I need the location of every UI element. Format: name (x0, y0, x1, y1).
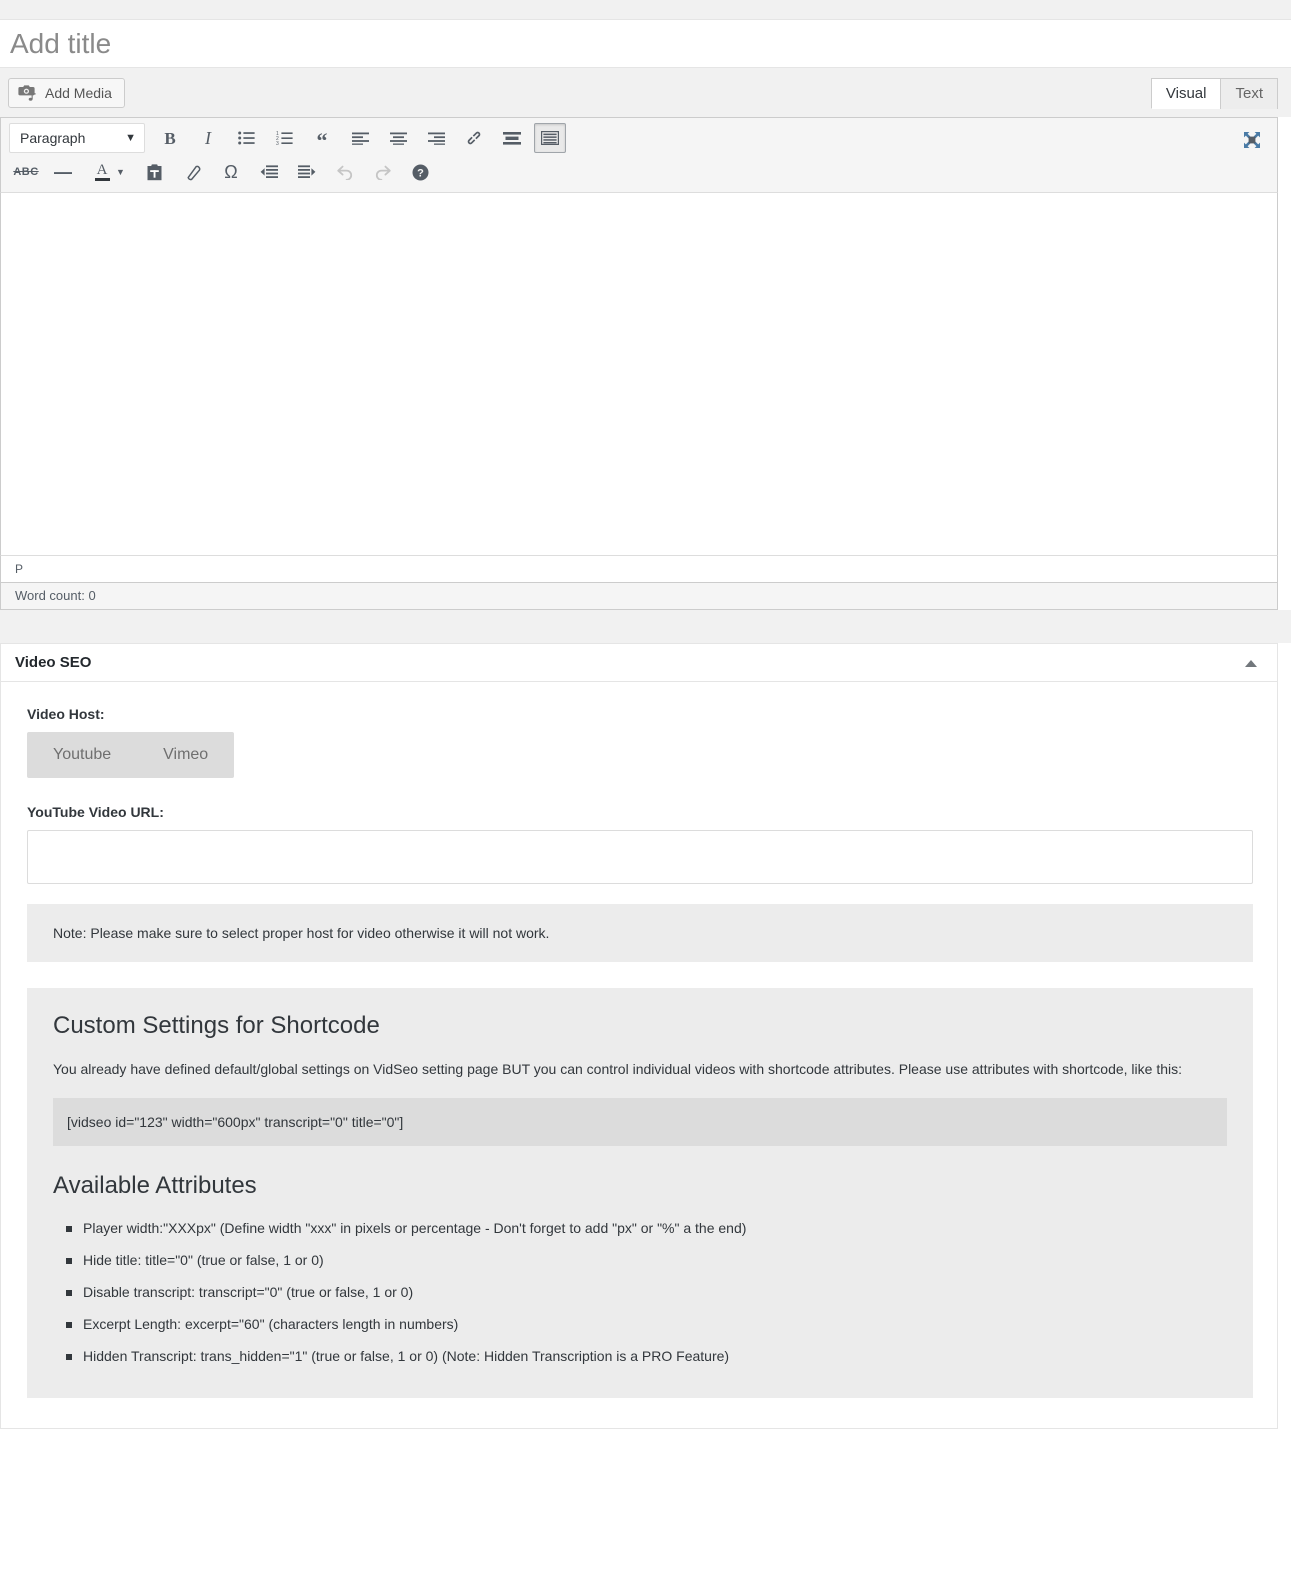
align-right-icon (427, 132, 445, 145)
video-seo-metabox-body: Video Host: Youtube Vimeo YouTube Video … (1, 682, 1277, 1428)
editor-content-area[interactable] (0, 193, 1278, 555)
bold-button[interactable]: B (154, 123, 186, 153)
undo-button[interactable] (329, 157, 361, 187)
page-top-strip (0, 0, 1291, 20)
fullscreen-expand-icon (1244, 132, 1260, 148)
host-youtube-button[interactable]: Youtube (27, 732, 137, 778)
decrease-indent-button[interactable] (253, 157, 285, 187)
list-item: Disable transcript: transcript="0" (true… (66, 1284, 1227, 1300)
redo-button[interactable] (367, 157, 399, 187)
numbered-list-icon: 1 2 3 (276, 131, 293, 145)
triangle-up-icon (1245, 659, 1257, 667)
clear-formatting-button[interactable] (177, 157, 209, 187)
svg-text:?: ? (418, 167, 425, 179)
bullet-list-icon (237, 131, 255, 145)
help-circle-icon: ? (412, 164, 429, 180)
word-count-bar: Word count: 0 (0, 582, 1278, 610)
italic-button[interactable]: I (192, 123, 224, 153)
blockquote-button[interactable]: “ (306, 126, 338, 156)
text-color-caret-icon[interactable]: ▼ (116, 167, 125, 177)
list-item: Hide title: title="0" (true or false, 1 … (66, 1252, 1227, 1268)
align-left-icon (351, 132, 369, 145)
text-color-swatch (94, 177, 110, 181)
available-attributes-list: Player width:"XXXpx" (Define width "xxx"… (53, 1220, 1227, 1364)
read-more-icon (503, 131, 521, 145)
shortcode-example: [vidseo id="123" width="600px" transcrip… (53, 1098, 1227, 1147)
media-buttons-bar: Add Media Visual Text (0, 68, 1291, 117)
post-title-area (0, 20, 1291, 68)
video-host-button-group: Youtube Vimeo (27, 732, 235, 778)
list-item: Player width:"XXXpx" (Define width "xxx"… (66, 1220, 1227, 1236)
tab-visual[interactable]: Visual (1150, 78, 1222, 109)
align-center-icon (389, 132, 407, 145)
list-item: Hidden Transcript: trans_hidden="1" (tru… (66, 1348, 1227, 1364)
clipboard-text-icon (147, 163, 162, 180)
insert-link-button[interactable] (458, 123, 490, 153)
fullscreen-button[interactable] (1237, 125, 1267, 155)
host-vimeo-button[interactable]: Vimeo (137, 732, 234, 778)
text-color-letter: A (96, 161, 108, 178)
camera-music-icon (18, 84, 38, 102)
undo-icon (337, 165, 352, 180)
metabox-collapse-toggle[interactable] (1237, 653, 1265, 673)
toolbar-row-2: ABC — A ▼ Ω ? (1, 132, 1277, 192)
format-select[interactable]: Paragraph ▼ (9, 123, 145, 153)
editor-toolbar: Paragraph ▼ B I 1 2 3 “ ABC — A ▼ Ω ? (0, 117, 1278, 193)
list-item: Excerpt Length: excerpt="60" (characters… (66, 1316, 1227, 1332)
video-url-label: YouTube Video URL: (27, 804, 164, 820)
video-host-label: Video Host: (27, 706, 105, 722)
special-character-button[interactable]: Ω (215, 157, 247, 187)
redo-icon (375, 165, 391, 180)
align-right-button[interactable] (420, 123, 452, 153)
align-left-button[interactable] (344, 123, 376, 153)
custom-settings-description: You already have defined default/global … (53, 1061, 1182, 1077)
increase-indent-button[interactable] (291, 157, 323, 187)
indent-icon (297, 165, 316, 178)
toolbar-toggle-button[interactable] (534, 123, 566, 153)
element-path-value: P (15, 562, 24, 576)
video-seo-metabox: Video SEO Video Host: Youtube Vimeo YouT… (0, 643, 1278, 1430)
video-seo-metabox-header[interactable]: Video SEO (1, 644, 1277, 682)
video-host-note: Note: Please make sure to select proper … (27, 904, 1253, 962)
read-more-button[interactable] (496, 123, 528, 153)
text-color-button[interactable]: A (89, 157, 115, 187)
add-media-button[interactable]: Add Media (8, 78, 125, 108)
element-path-bar: P (0, 555, 1278, 582)
toolbar-toggle-icon (541, 131, 559, 145)
editor-mode-tabs: Visual Text (1150, 78, 1278, 109)
available-attributes-heading: Available Attributes (53, 1172, 257, 1200)
paste-as-text-button[interactable] (139, 157, 171, 187)
outdent-icon (260, 165, 278, 178)
eraser-icon (187, 165, 201, 180)
bullet-list-button[interactable] (230, 123, 262, 153)
shortcode-info-panel: Custom Settings for Shortcode You alread… (27, 988, 1253, 1399)
toolbar-row-1: Paragraph ▼ B I 1 2 3 “ (1, 118, 1277, 155)
strikethrough-button[interactable]: ABC (13, 157, 39, 187)
align-center-button[interactable] (382, 123, 414, 153)
post-title-input[interactable] (0, 20, 1291, 67)
section-gap (0, 610, 1291, 643)
custom-settings-heading: Custom Settings for Shortcode (53, 1012, 380, 1039)
svg-text:3: 3 (276, 141, 279, 145)
metabox-title: Video SEO (15, 654, 92, 671)
link-icon (467, 131, 481, 145)
format-select-value: Paragraph (20, 130, 86, 146)
video-url-input[interactable] (27, 830, 1253, 884)
horizontal-line-button[interactable]: — (50, 157, 76, 187)
add-media-label: Add Media (45, 85, 112, 101)
word-count-value: Word count: 0 (15, 588, 96, 603)
chevron-down-icon: ▼ (125, 132, 136, 144)
numbered-list-button[interactable]: 1 2 3 (268, 123, 300, 153)
keyboard-shortcuts-button[interactable]: ? (405, 157, 437, 187)
tab-text[interactable]: Text (1220, 78, 1278, 109)
